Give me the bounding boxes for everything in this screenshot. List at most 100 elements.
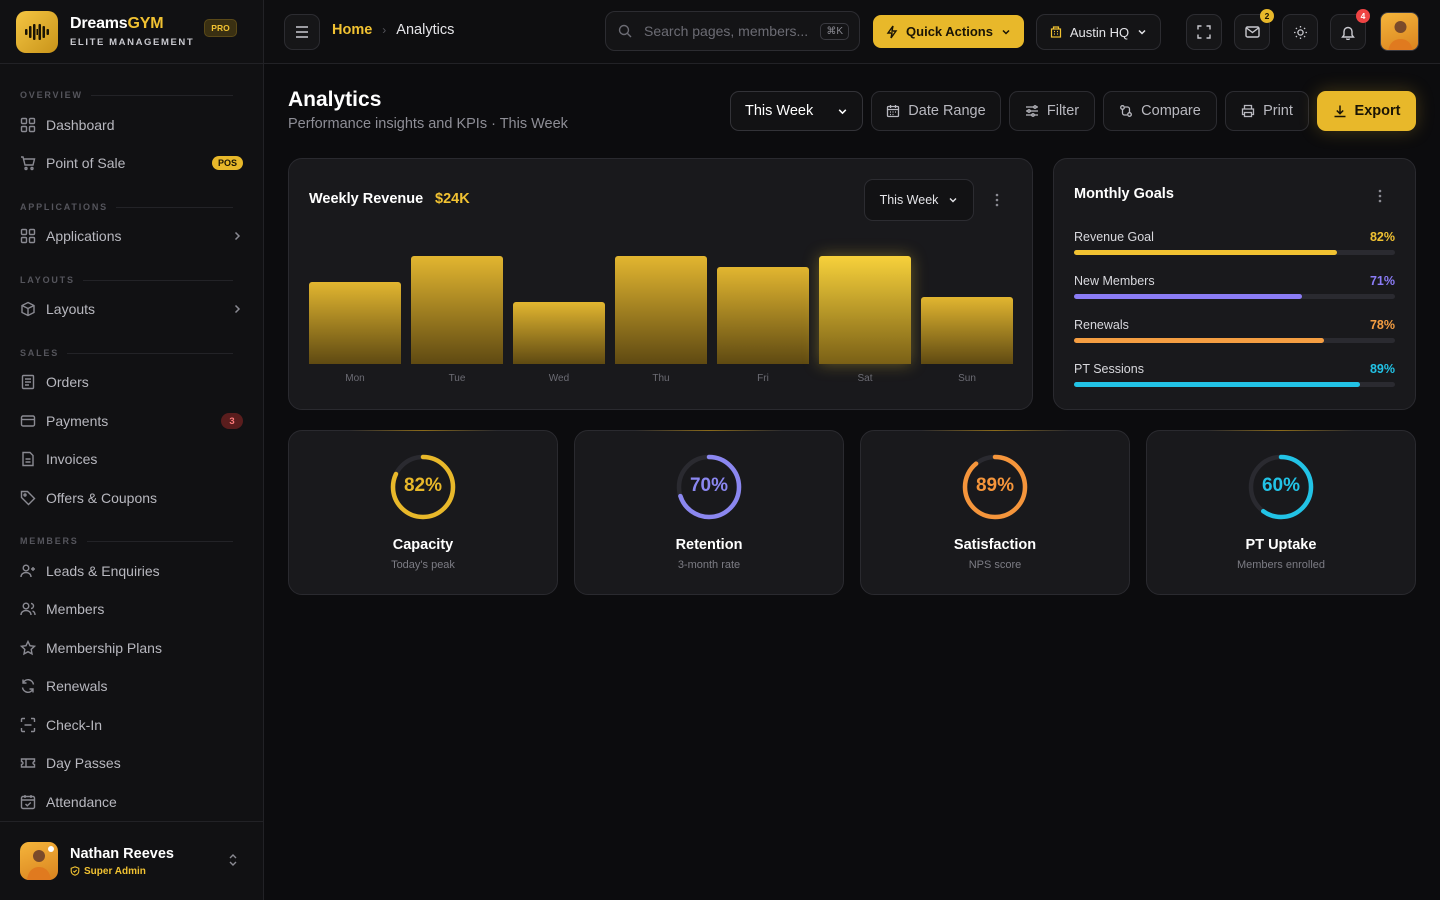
chart-bar-sun[interactable] [921,297,1013,364]
bolt-icon [886,25,898,38]
goal-row: PT Sessions 89% [1074,362,1395,398]
revenue-period-select[interactable]: This Week [864,179,974,221]
goal-name: Renewals [1074,318,1129,332]
chevron-down-icon [949,198,957,203]
search-input[interactable]: Search pages, members... ⌘K [605,11,860,51]
building-icon [1050,26,1061,38]
kpi-subtitle: 3-month rate [677,559,741,571]
sidebar-item-payments[interactable]: Payments 3 [20,406,243,436]
kpi-percent: 70% [689,475,729,496]
payments-count-badge: 3 [221,413,243,429]
chart-bar-mon[interactable] [309,282,401,364]
sidebar-item-renewals[interactable]: Renewals [20,671,243,701]
receipt-icon [21,374,35,390]
chart-bar-wed[interactable] [513,302,605,364]
chevron-right-icon [234,231,241,241]
mail-button[interactable]: 2 [1234,9,1274,50]
kpi-card-capacity: 82% Capacity Today's peak [288,430,558,595]
scan-icon [20,717,36,733]
goal-progress-fill [1074,338,1325,343]
header-avatar[interactable] [1380,12,1419,51]
chart-x-label: Tue [448,373,466,384]
chart-x-label: Wed [548,373,570,384]
sidebar-item-orders[interactable]: Orders [20,367,243,397]
sidebar-item-members[interactable]: Members [20,594,243,624]
bell-icon [1341,26,1355,40]
revenue-title: Weekly Revenue [309,191,424,207]
sidebar-item-label: Attendance [46,794,117,810]
dumbbell-logo-icon[interactable] [16,10,58,53]
chevron-down-icon [1138,29,1146,35]
sidebar-item-label: Members [46,601,105,617]
sidebar-item-invoices[interactable]: Invoices [20,444,243,474]
avatar [20,842,58,880]
compare-button[interactable]: Compare [1103,91,1217,131]
goal-name: PT Sessions [1074,362,1144,376]
section-applications: APPLICATIONS [20,201,233,213]
cube-icon [21,301,35,317]
more-vertical-icon[interactable] [995,193,999,207]
goal-progress-fill [1074,294,1302,299]
goal-percent: 71% [1369,274,1395,288]
period-select[interactable]: This Week [730,91,863,131]
chevron-right-icon [234,304,241,314]
sidebar-item-point-of-sale[interactable]: Point of Sale POS [20,148,243,178]
pro-badge: PRO [204,18,237,37]
goal-percent: 78% [1369,318,1395,332]
sidebar-item-dashboard[interactable]: Dashboard [20,110,243,140]
goal-progress-bar [1074,338,1395,343]
sidebar-item-layouts[interactable]: Layouts [20,294,243,324]
chart-bar-fri[interactable] [717,267,809,364]
filter-sliders-icon [1025,105,1038,117]
apps-icon [20,228,36,244]
search-shortcut: ⌘K [820,22,849,40]
kpi-subtitle: Today's peak [391,559,455,571]
brand: DreamsGYM ELITE MANAGEMENT PRO [0,0,263,64]
sidebar-item-label: Day Passes [46,755,121,771]
theme-toggle-button[interactable] [1282,14,1318,50]
sidebar-item-offers-coupons[interactable]: Offers & Coupons [20,483,243,513]
chevron-up-down-icon[interactable] [227,852,239,868]
filter-button[interactable]: Filter [1009,91,1095,131]
sidebar-item-applications[interactable]: Applications [20,221,243,251]
fullscreen-button[interactable] [1186,14,1222,50]
sidebar-item-leads-enquiries[interactable]: Leads & Enquiries [20,556,243,586]
goal-row: Revenue Goal 82% [1074,230,1395,266]
print-button[interactable]: Print [1225,91,1309,131]
chevron-down-icon [1002,29,1010,35]
chart-x-label: Sat [857,373,873,384]
sidebar-item-membership-plans[interactable]: Membership Plans [20,633,243,663]
menu-toggle-button[interactable] [284,14,320,50]
revenue-total: $24K [435,191,470,207]
breadcrumb-home[interactable]: Home [332,22,372,38]
top-header: Home › Analytics Search pages, members..… [264,0,1440,64]
chart-bar-sat[interactable] [819,256,911,364]
kpi-card-satisfaction: 89% Satisfaction NPS score [860,430,1130,595]
chart-x-label: Fri [757,373,769,384]
goal-row: New Members 71% [1074,274,1395,310]
chart-bar-thu[interactable] [615,256,707,364]
sidebar-item-label: Layouts [46,301,96,317]
location-select[interactable]: Austin HQ [1036,14,1161,50]
kpi-title: Capacity [392,537,454,553]
shield-check-icon [70,866,80,876]
monthly-goals-card: Monthly Goals Revenue Goal 82% New Members… [1053,158,1416,410]
user-profile[interactable]: Nathan Reeves Super Admin [0,821,263,900]
goal-progress-bar [1074,294,1395,299]
quick-actions-button[interactable]: Quick Actions [873,15,1024,48]
sidebar-item-check-in[interactable]: Check-In [20,710,243,740]
more-vertical-icon[interactable] [1378,189,1382,203]
section-layouts: LAYOUTS [20,274,233,286]
chart-x-label: Sun [958,373,976,384]
sidebar-item-day-passes[interactable]: Day Passes [20,748,243,778]
sidebar-item-attendance[interactable]: Attendance [20,787,243,817]
sidebar-item-label: Orders [46,374,89,390]
goal-progress-bar [1074,382,1395,387]
ticket-icon [20,758,36,768]
date-range-button[interactable]: Date Range [871,91,1001,131]
notifications-button[interactable]: 4 [1330,9,1370,50]
kpi-card-retention: 70% Retention 3-month rate [574,430,844,595]
sidebar-item-label: Membership Plans [46,640,162,656]
export-button[interactable]: Export [1317,91,1416,131]
chart-bar-tue[interactable] [411,256,503,364]
